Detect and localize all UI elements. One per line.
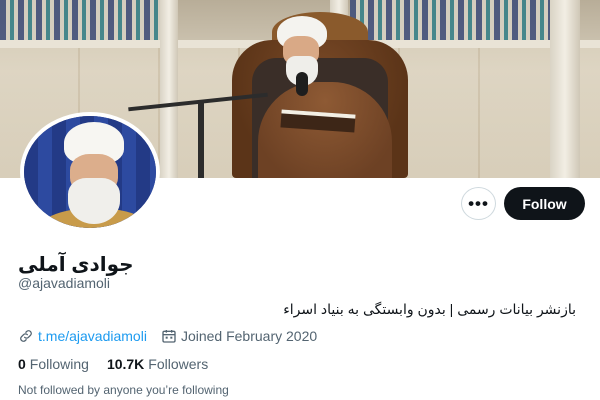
more-options-button[interactable]: ••• <box>461 187 496 220</box>
joined-date: Joined February 2020 <box>180 328 318 344</box>
followers-count-link[interactable]: 10.7K Followers <box>107 356 208 372</box>
more-horizontal-icon: ••• <box>468 194 489 213</box>
follow-counts: 0 Following 10.7K Followers <box>18 356 226 372</box>
follow-button[interactable]: Follow <box>504 187 585 220</box>
not-followed-notice: Not followed by anyone you’re following <box>18 383 229 397</box>
profile-avatar[interactable] <box>20 112 160 232</box>
profile-meta: t.me/ajavadiamoli Joined February 2020 <box>18 328 331 344</box>
website-link[interactable]: t.me/ajavadiamoli <box>38 328 147 344</box>
user-handle: @ajavadiamoli <box>18 275 111 291</box>
followers-count: 10.7K <box>106 356 145 372</box>
website-item: t.me/ajavadiamoli <box>18 328 147 344</box>
joined-item: Joined February 2020 <box>161 328 317 344</box>
profile-bio: بازنشر بیانات رسمی | بدون وابستگی به بنی… <box>283 301 576 317</box>
following-count: 0 <box>18 356 26 372</box>
following-label: Following <box>29 356 89 372</box>
followers-label: Followers <box>148 356 209 372</box>
link-icon <box>20 330 32 342</box>
display-name: جوادی آملی <box>18 254 134 276</box>
following-count-link[interactable]: 0 Following <box>18 356 89 372</box>
calendar-icon <box>162 330 176 343</box>
profile-page: ••• Follow جوادی آملی @ajavadiamoli بازن… <box>0 0 600 400</box>
